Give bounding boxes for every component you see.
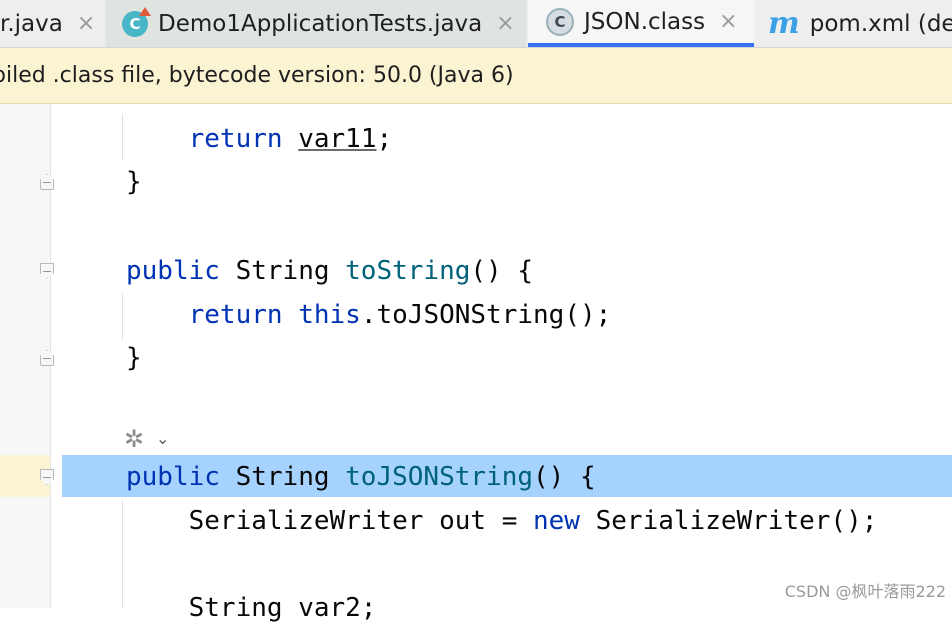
- code-line-1[interactable]: return var11;: [126, 117, 393, 161]
- indent-guide: [122, 294, 123, 340]
- code-line-3[interactable]: public String toString() {: [126, 249, 533, 293]
- watermark: CSDN @枫叶落雨222: [784, 582, 946, 601]
- tab-label: pom.xml (der: [809, 10, 952, 37]
- maven-icon: m: [768, 5, 800, 41]
- code-line-2[interactable]: }: [126, 160, 142, 204]
- java-class-icon: C: [122, 6, 151, 37]
- editor-tab-bar: r.java × C Demo1ApplicationTests.java × …: [0, 0, 952, 48]
- code-line-4[interactable]: return this.toJSONString();: [126, 293, 612, 337]
- chevron-down-icon[interactable]: ⌄: [156, 428, 169, 450]
- tab-json-class[interactable]: C JSON.class ×: [528, 0, 754, 47]
- indent-guide: [122, 500, 123, 608]
- compiled-class-icon: C: [546, 7, 574, 36]
- indent-guide: [122, 114, 123, 160]
- close-icon[interactable]: ×: [77, 11, 95, 36]
- tab-label: JSON.class: [584, 8, 706, 35]
- decompiled-class-banner: piled .class file, bytecode version: 50.…: [0, 48, 952, 104]
- tab-demo1-application-tests[interactable]: C Demo1ApplicationTests.java ×: [106, 0, 526, 47]
- code-line-7[interactable]: SerializeWriter out = new SerializeWrite…: [126, 499, 878, 543]
- tab-pom-xml[interactable]: m pom.xml (der: [754, 0, 952, 47]
- tab-label: r.java: [0, 10, 63, 37]
- close-icon[interactable]: ×: [719, 9, 737, 34]
- ai-assistant-icon[interactable]: ✲: [124, 426, 152, 452]
- run-badge-icon: [139, 6, 151, 16]
- banner-text: piled .class file, bytecode version: 50.…: [0, 63, 514, 88]
- tab-r-java[interactable]: r.java ×: [0, 0, 104, 47]
- code-line-6[interactable]: public String toJSONString() {: [126, 455, 596, 499]
- tab-label: Demo1ApplicationTests.java: [158, 10, 483, 37]
- code-line-8[interactable]: String var2;: [126, 586, 377, 630]
- code-line-5[interactable]: }: [126, 336, 142, 380]
- close-icon[interactable]: ×: [496, 11, 514, 36]
